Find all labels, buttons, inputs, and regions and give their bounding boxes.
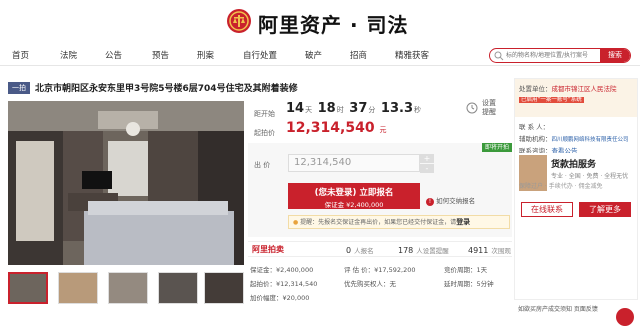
view-count: 4911 次围观	[468, 245, 511, 255]
countdown-label: 距开始	[254, 110, 275, 118]
assist-name[interactable]: 四川顺鹏网络科技有限责任公司	[552, 137, 629, 143]
ali-auction-logo: 阿里拍卖	[252, 245, 284, 254]
nav-item-criminal[interactable]: 刑案	[197, 49, 214, 61]
start-price: 12,314,540 元	[286, 120, 386, 136]
countdown-minutes-unit: 分	[368, 106, 376, 114]
status-badge: 即将开拍	[481, 143, 512, 152]
item-title-row: 一拍 北京市朝阳区永安东里甲3号院5号楼6层704号住宅及其附着装修	[8, 80, 508, 96]
court-label: 处置单位：	[519, 85, 552, 93]
login-reminder-text: 提醒：先报名交保证金再出价，如果您已经交付保证金，请	[300, 219, 457, 226]
auction-stats: 阿里拍卖 0 人报名 178 人设置提醒 4911 次围观	[248, 241, 512, 257]
site-logo-text[interactable]: 阿里资产 · 司法	[258, 9, 409, 38]
contact-line: 联 系 人：	[519, 121, 549, 131]
contact-label: 联 系 人：	[519, 123, 550, 131]
set-reminder-label: 设置提醒	[482, 99, 496, 116]
court-name[interactable]: 成都市锦江区人民法院	[552, 85, 617, 93]
bedroom-photo-image	[8, 101, 244, 265]
nav-item-customers[interactable]: 精雅获客	[395, 49, 429, 61]
search-icon	[494, 51, 504, 61]
signup-button[interactable]: (您未登录) 立即报名 保证金 ¥2,400,000	[288, 183, 420, 209]
start-price-label: 起拍价	[254, 129, 275, 137]
court-emblem-icon	[227, 9, 251, 33]
sidebar: 处置单位：成都市锦江区人民法院 已启用“一案一账号”系统 联 系 人： 辅助机构…	[514, 78, 638, 300]
bid-period-info: 竞价周期：1天	[444, 266, 488, 274]
item-title: 北京市朝阳区永安东里甲3号院5号楼6层704号住宅及其附着装修	[35, 84, 298, 94]
nav-item-self-disposal[interactable]: 自行处置	[243, 49, 277, 61]
increase-bid-button[interactable]: +	[420, 154, 434, 164]
login-link[interactable]: 登录	[456, 218, 470, 226]
how-to-signup-link[interactable]: ! 如何交纳报名	[426, 195, 475, 206]
bid-amount-input[interactable]: 12,314,540	[288, 154, 420, 172]
court-line: 处置单位：成都市锦江区人民法院	[519, 83, 617, 93]
countdown-timer: 14天 18时 37分 13.3秒	[286, 101, 424, 116]
thumbnail-3[interactable]	[108, 272, 148, 304]
photo-thumbnails	[8, 272, 244, 304]
assist-label: 辅助机构：	[519, 135, 552, 143]
search-box: 搜索	[489, 48, 631, 63]
start-price-info: 起拍价：¥12,314,540	[250, 280, 318, 288]
nav-item-announcements[interactable]: 公告	[105, 49, 122, 61]
nav-item-investment[interactable]: 招商	[350, 49, 367, 61]
nav-item-home[interactable]: 首页	[12, 49, 29, 61]
countdown-days-unit: 天	[305, 106, 313, 114]
currency-unit: 元	[379, 126, 387, 134]
nav-item-courts[interactable]: 法院	[60, 49, 77, 61]
countdown-days: 14	[286, 101, 305, 116]
decrease-bid-button[interactable]: -	[420, 164, 434, 174]
bid-panel: 即将开拍 出 价 12,314,540 (您未登录) 立即报名 保证金 ¥2,4…	[248, 143, 512, 237]
verify-badge: 已启用“一案一账号”系统	[519, 97, 584, 103]
signup-count: 0 人报名	[346, 245, 374, 255]
thumbnail-1[interactable]	[8, 272, 48, 304]
start-price-value: 12,314,540	[286, 120, 375, 136]
how-to-signup-label: 如何交纳报名	[436, 197, 476, 205]
site-header: 阿里资产 · 司法	[0, 0, 640, 44]
main-property-photo[interactable]	[8, 101, 244, 265]
bid-label: 出 价	[254, 161, 271, 169]
warning-icon: ●	[293, 219, 299, 226]
signup-button-label: (您未登录) 立即报名	[314, 188, 394, 198]
bid-stepper: + -	[420, 154, 434, 174]
view-count-value: 4911	[468, 246, 489, 255]
remind-count: 178 人设置提醒	[398, 245, 449, 255]
search-input[interactable]	[506, 49, 599, 62]
info-icon: !	[426, 198, 434, 206]
clock-icon	[466, 102, 478, 114]
signup-deposit-label: 保证金 ¥2,400,000	[324, 201, 384, 209]
appraisal-info: 评 估 价：¥17,592,200	[344, 266, 416, 274]
auction-info: 保证金：¥2,400,000 评 估 价：¥17,592,200 竞价周期：1天…	[248, 262, 512, 307]
deposit-info: 保证金：¥2,400,000	[250, 266, 314, 274]
service-tags: 保障过户 · 手续代办 · 佣金减免	[519, 183, 603, 190]
increment-info: 加价幅度：¥20,000	[250, 294, 310, 302]
countdown-seconds-unit: 秒	[414, 106, 421, 114]
login-reminder: ● 提醒：先报名交保证金再出价，如果您已经交付保证金，请登录	[288, 215, 510, 229]
view-count-label: 次围观	[491, 247, 511, 255]
signup-count-value: 0	[346, 246, 352, 255]
extension-info: 延时周期：5分钟	[444, 280, 494, 288]
thumbnail-4[interactable]	[158, 272, 198, 304]
countdown-hours: 18	[317, 101, 336, 116]
verify-line: 已启用“一案一账号”系统	[519, 95, 584, 103]
service-banner-title: 货款拍服务	[551, 160, 597, 170]
contact-online-button[interactable]: 在线联系	[521, 202, 573, 217]
learn-more-button[interactable]: 了解更多	[579, 202, 631, 217]
countdown-hours-unit: 时	[336, 106, 344, 114]
auction-round-badge: 一拍	[8, 82, 30, 94]
remind-count-value: 178	[398, 246, 414, 255]
nav-item-preview[interactable]: 预告	[152, 49, 169, 61]
thumbnail-5[interactable]	[204, 272, 244, 304]
sidebar-footer-links[interactable]: 如欲买房产成交须知 页面反馈	[518, 304, 598, 313]
floating-help-button[interactable]	[616, 308, 634, 326]
assist-line: 辅助机构：四川顺鹏网络科技有限责任公司	[519, 133, 629, 143]
signup-count-label: 人报名	[354, 247, 374, 255]
remind-count-label: 人设置提醒	[416, 247, 449, 255]
service-banner-subtitle: 专业 · 全国 · 免费 · 全程无忧	[551, 173, 629, 180]
countdown-seconds: 13.3	[380, 101, 413, 116]
search-button[interactable]: 搜索	[600, 49, 630, 62]
priority-buyer-info: 优先购买权人：无	[344, 280, 396, 288]
countdown-minutes: 37	[349, 101, 368, 116]
thumbnail-2[interactable]	[58, 272, 98, 304]
nav-item-bankruptcy[interactable]: 破产	[305, 49, 322, 61]
set-reminder-button[interactable]: 设置提醒	[466, 99, 506, 123]
